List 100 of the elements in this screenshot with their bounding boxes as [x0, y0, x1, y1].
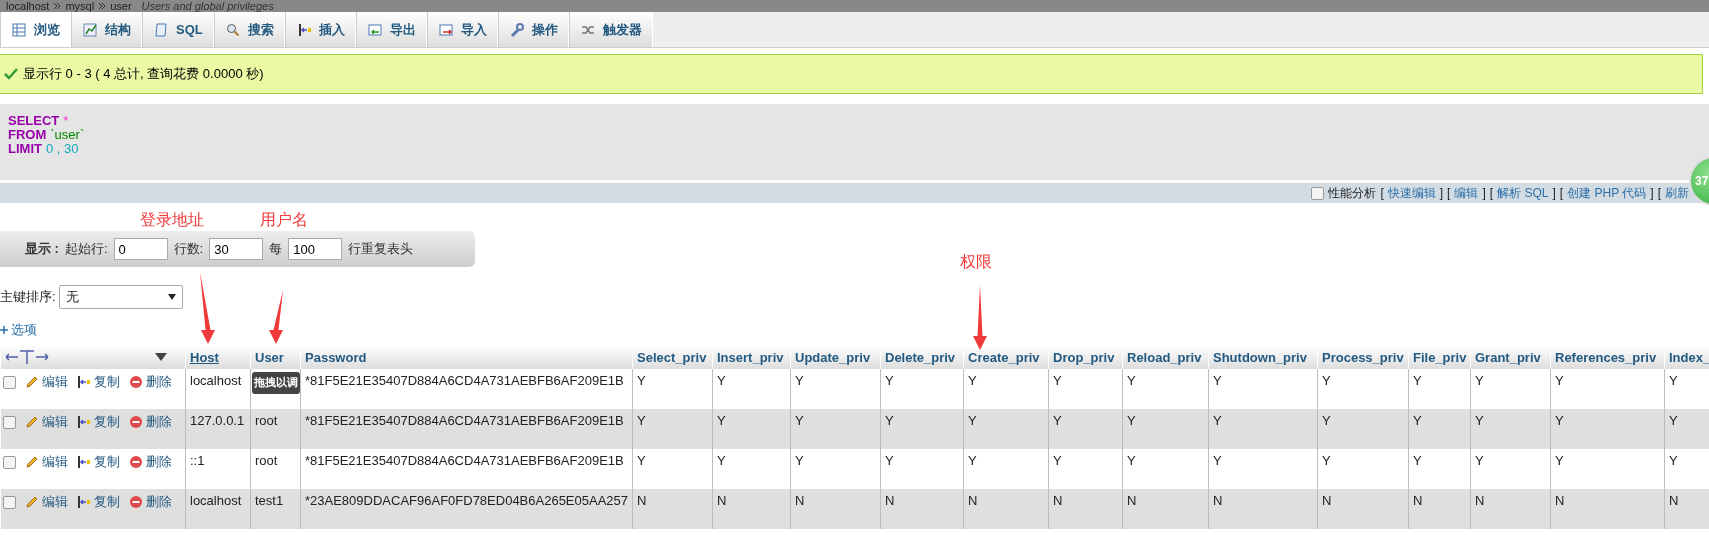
insert-icon: [76, 495, 91, 509]
options-link[interactable]: 选项: [11, 321, 37, 339]
checkbox-label: 性能分析: [1328, 184, 1377, 202]
dropdown-arrow-icon[interactable]: [155, 353, 167, 361]
column-header[interactable]: Create_priv: [963, 345, 1049, 369]
message-text: 显示行 0 - 3 ( 4 总计, 查询花费 0.0000 秒): [23, 65, 264, 83]
table-cell: Y: [717, 373, 726, 388]
bracket: [: [1559, 186, 1564, 200]
search-icon: [224, 21, 241, 38]
tab[interactable]: 导入: [426, 12, 498, 47]
plus-icon: [0, 326, 8, 334]
column-header[interactable]: Drop_priv: [1048, 345, 1123, 369]
column-header[interactable]: Password: [300, 345, 633, 369]
tab[interactable]: 操作: [497, 12, 569, 47]
sql-token: 0 , 30: [45, 142, 79, 156]
copy-link[interactable]: 复制: [76, 413, 120, 431]
edit-link[interactable]: 编辑: [24, 373, 68, 391]
edit-link[interactable]: 编辑: [24, 453, 68, 471]
row-checkbox[interactable]: [2, 455, 16, 469]
table-cell: *23AE809DDACAF96AF0FD78ED04B6A265E05AA257: [305, 493, 629, 508]
delete-link[interactable]: 删除: [128, 373, 172, 391]
table-cell: Y: [1669, 413, 1678, 428]
column-header[interactable]: Host: [185, 345, 251, 369]
breadcrumb-link[interactable]: localhost: [6, 1, 50, 12]
column-header[interactable]: Shutdown_priv: [1208, 345, 1318, 369]
wrench-icon: [508, 21, 525, 38]
tab[interactable]: 结构: [71, 12, 142, 47]
tab[interactable]: 搜索: [213, 12, 285, 47]
column-header[interactable]: Delete_priv: [880, 345, 964, 369]
tab[interactable]: 插入: [284, 12, 356, 47]
table-cell: Y: [968, 413, 977, 428]
row-checkbox[interactable]: [2, 415, 16, 429]
tab[interactable]: 导出: [355, 12, 427, 47]
sql-token: `user`: [50, 128, 85, 142]
breadcrumb-link[interactable]: user: [110, 1, 132, 12]
copy-link[interactable]: 复制: [76, 453, 120, 471]
display-label: 显示 :: [25, 240, 59, 258]
column-header[interactable]: Reload_priv: [1122, 345, 1209, 369]
input-field[interactable]: 30: [209, 238, 264, 260]
table-cell: Y: [885, 453, 894, 468]
copy-link[interactable]: 复制: [76, 493, 120, 511]
query-link[interactable]: 快速编辑: [1387, 184, 1436, 202]
input-field[interactable]: 100: [288, 238, 343, 260]
tab[interactable]: SQL: [142, 12, 214, 47]
bracket: ]: [1650, 186, 1654, 200]
table-cell: Y: [1213, 413, 1222, 428]
table-cell: N: [1322, 493, 1332, 508]
table-cell: Y: [1322, 453, 1331, 468]
pencil-icon: [24, 375, 39, 389]
input-field[interactable]: 0: [113, 238, 168, 260]
sort-dropdown[interactable]: 无: [58, 285, 183, 309]
table-cell: Y: [885, 373, 894, 388]
column-header[interactable]: Update_priv: [790, 345, 881, 369]
table-cell: localhost: [190, 493, 242, 508]
tab[interactable]: 触发器: [568, 12, 653, 47]
table-cell: N: [1413, 493, 1423, 508]
delete-link[interactable]: 删除: [128, 493, 172, 511]
table-cell: Y: [885, 413, 894, 428]
row-checkbox[interactable]: [2, 495, 16, 509]
edit-link[interactable]: 编辑: [24, 413, 68, 431]
breadcrumb-link[interactable]: mysql: [65, 1, 95, 12]
table-cell: Y: [637, 453, 646, 468]
query-link[interactable]: 解析 SQL: [1497, 184, 1549, 202]
column-header[interactable]: Process_priv: [1317, 345, 1409, 369]
table-cell: Y: [1053, 453, 1062, 468]
table-icon: [11, 21, 27, 38]
page-subtitle: Users and global privileges: [141, 1, 274, 12]
column-header[interactable]: File_priv: [1408, 345, 1471, 369]
delete-link[interactable]: 删除: [128, 453, 172, 471]
column-header[interactable]: Grant_priv: [1470, 345, 1551, 369]
checkbox[interactable]: [1311, 186, 1325, 200]
table-cell: Y: [717, 453, 726, 468]
bracket: ]: [1482, 186, 1486, 200]
table-cell: Y: [795, 413, 804, 428]
table-cell: Y: [717, 413, 726, 428]
delete-link[interactable]: 删除: [128, 413, 172, 431]
table-cell: N: [1053, 493, 1063, 508]
table-cell: Y: [1413, 373, 1422, 388]
insert-icon: [76, 415, 91, 429]
table-cell: Y: [1475, 453, 1484, 468]
query-link[interactable]: 创建 PHP 代码: [1567, 184, 1647, 202]
column-resize-icon[interactable]: [5, 349, 49, 365]
column-header[interactable]: References_priv: [1550, 345, 1665, 369]
column-header[interactable]: User: [250, 345, 301, 369]
sql-keyword: FROM: [8, 128, 47, 142]
table-cell: Y: [1127, 413, 1136, 428]
query-link[interactable]: 编辑: [1454, 184, 1479, 202]
insert-icon: [76, 455, 91, 469]
table-cell: *81F5E21E35407D884A6CD4A731AEBFB6AF209E1B: [305, 373, 624, 388]
query-link[interactable]: 刷新: [1665, 184, 1689, 202]
sql-keyword: LIMIT: [8, 142, 42, 156]
column-header[interactable]: Select_priv: [632, 345, 713, 369]
table-cell: Y: [968, 453, 977, 468]
tab[interactable]: 浏览: [0, 12, 71, 47]
bracket: [: [1380, 186, 1384, 200]
row-checkbox[interactable]: [2, 375, 16, 389]
copy-link[interactable]: 复制: [76, 373, 120, 391]
table-cell: Y: [1669, 373, 1678, 388]
edit-link[interactable]: 编辑: [24, 493, 68, 511]
column-header[interactable]: Insert_priv: [712, 345, 791, 369]
